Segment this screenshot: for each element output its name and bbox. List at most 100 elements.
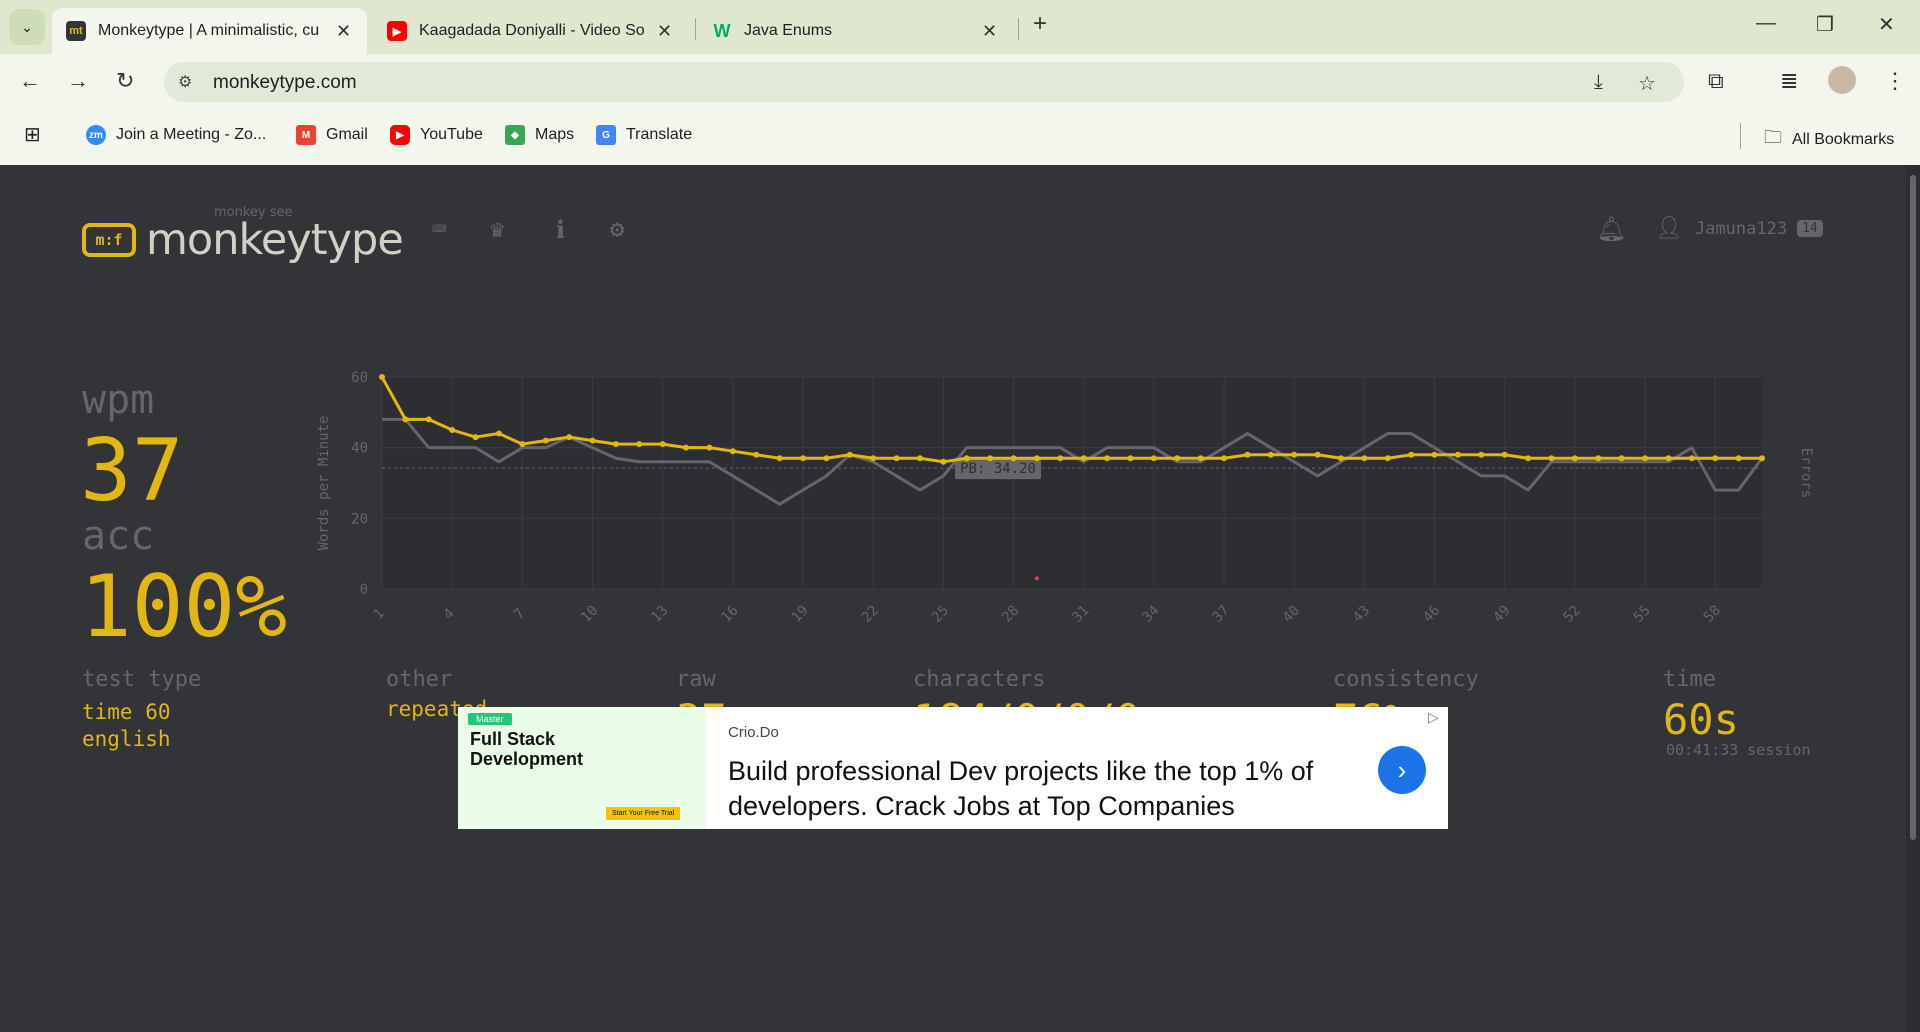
x-tick-label: 1 [371, 606, 388, 623]
close-tab-icon[interactable]: ✕ [982, 21, 997, 42]
wpm-point [1174, 455, 1181, 462]
wpm-point [1571, 455, 1578, 462]
chevron-down-icon: ⌄ [21, 18, 33, 35]
wpm-point [800, 455, 807, 462]
profile-avatar[interactable] [1828, 66, 1856, 94]
bookmark-zoom[interactable]: zm Join a Meeting - Zo... [86, 125, 266, 145]
wpm-point [402, 416, 409, 423]
close-tab-icon[interactable]: ✕ [336, 21, 351, 42]
bookmark-maps[interactable]: ◆ Maps [505, 125, 574, 145]
youtube-favicon: ▶ [387, 21, 407, 41]
close-window-button[interactable]: ✕ [1878, 12, 1895, 37]
menu-icon[interactable]: ⋮ [1884, 68, 1906, 94]
logo-text: monkeytype [146, 215, 404, 265]
back-button[interactable]: ← [19, 68, 41, 94]
y-tick-label: 20 [351, 511, 368, 527]
keyboard-icon[interactable]: ⌨ [432, 215, 446, 243]
x-tick-label: 37 [1210, 603, 1233, 626]
wpm-label: wpm [82, 377, 155, 423]
wpm-point [636, 441, 643, 448]
y-tick-label: 40 [351, 441, 368, 457]
level-badge: 14 [1797, 220, 1823, 237]
x-tick-label: 4 [441, 606, 458, 623]
page-scrollbar[interactable] [1906, 165, 1920, 1032]
settings-gear-icon[interactable]: ⚙ [610, 215, 624, 243]
wpm-point [1735, 455, 1742, 462]
characters-label: characters [913, 667, 1046, 692]
close-tab-icon[interactable]: ✕ [657, 21, 672, 42]
wpm-point [753, 451, 760, 458]
tab-separator [1018, 18, 1019, 40]
time-label: time [1663, 667, 1716, 692]
extensions-icon[interactable]: ⧉ [1708, 68, 1724, 94]
x-tick-label: 34 [1139, 603, 1162, 626]
media-control-icon[interactable]: ≣ [1780, 68, 1798, 94]
user-account[interactable]: 👤︎ Jamuna123 14 [1655, 216, 1823, 241]
x-tick-label: 7 [511, 606, 528, 623]
session-time: 00:41:33 session [1666, 741, 1811, 759]
site-info-icon[interactable]: ⚙ [178, 72, 192, 92]
x-tick-label: 19 [789, 603, 812, 626]
wpm-point [1384, 455, 1391, 462]
scrollbar-thumb[interactable] [1910, 175, 1916, 840]
raw-label: raw [676, 667, 716, 692]
bookmark-youtube[interactable]: ▶ YouTube [390, 125, 483, 145]
test-type-language[interactable]: english [82, 727, 171, 751]
test-type-label: test type [82, 667, 202, 692]
browser-toolbar: ← → ↻ ⚙ monkeytype.com ⤓ ☆ ⧉ ≣ ⋮ [0, 54, 1920, 109]
minimize-button[interactable]: — [1756, 12, 1776, 35]
tab-youtube[interactable]: ▶ Kaagadada Doniyalli - Video So ✕ [373, 8, 688, 54]
wpm-point [1080, 455, 1087, 462]
wpm-point [1150, 455, 1157, 462]
x-tick-label: 22 [859, 603, 882, 626]
wpm-point [776, 455, 783, 462]
wpm-point [916, 455, 923, 462]
bookmark-translate[interactable]: G Translate [596, 125, 692, 145]
wpm-point [1501, 451, 1508, 458]
acc-label: acc [82, 513, 155, 559]
notification-bell-icon[interactable]: 🔔︎ [1596, 215, 1626, 243]
apps-grid-icon[interactable]: ⊞ [24, 122, 41, 147]
wpm-point [1712, 455, 1719, 462]
y-tick-label: 0 [360, 582, 368, 598]
wpm-point [1057, 455, 1064, 462]
ad-source: Crio.Do [728, 724, 779, 741]
crown-icon[interactable]: ♛ [490, 215, 504, 243]
tab-java-enums[interactable]: W Java Enums ✕ [698, 8, 1013, 54]
wpm-point [940, 458, 947, 465]
new-tab-button[interactable]: + [1033, 10, 1047, 38]
x-tick-label: 25 [929, 603, 952, 626]
wpm-point [1104, 455, 1111, 462]
ad-image[interactable]: Master Full Stack Development Start Your… [458, 707, 706, 829]
reload-button[interactable]: ↻ [116, 68, 134, 94]
tab-search-button[interactable]: ⌄ [9, 9, 45, 45]
test-type-mode[interactable]: time 60 [82, 700, 171, 724]
error-point [1034, 576, 1039, 581]
wpm-point [1759, 455, 1765, 462]
x-tick-label: 40 [1280, 603, 1303, 626]
install-app-icon[interactable]: ⤓ [1594, 71, 1603, 94]
bookmark-gmail[interactable]: M Gmail [296, 125, 368, 145]
ad-banner[interactable]: Master Full Stack Development Start Your… [458, 707, 1448, 829]
adchoices-icon[interactable]: ▷ [1428, 709, 1439, 726]
youtube-icon: ▶ [390, 125, 410, 145]
ad-headline[interactable]: Build professional Dev projects like the… [728, 754, 1368, 824]
wpm-point [519, 441, 526, 448]
restore-button[interactable]: ❐ [1816, 12, 1834, 37]
logo[interactable]: m:f monkey see monkeytype [82, 205, 404, 265]
tab-monkeytype[interactable]: mt Monkeytype | A minimalistic, cu ✕ [52, 8, 367, 54]
wpm-point [1337, 455, 1344, 462]
wpm-point [1618, 455, 1625, 462]
all-bookmarks[interactable]: 🗀 All Bookmarks [1764, 125, 1894, 155]
forward-button[interactable]: → [67, 68, 89, 94]
chart-plot-area [382, 377, 1762, 589]
bookmarks-bar: ⊞ zm Join a Meeting - Zo... M Gmail ▶ Yo… [0, 109, 1920, 165]
wpm-point [1127, 455, 1134, 462]
ad-arrow-button[interactable]: › [1378, 746, 1426, 794]
bookmark-star-icon[interactable]: ☆ [1638, 71, 1656, 96]
y-tick-label: 60 [351, 370, 368, 386]
maps-icon: ◆ [505, 125, 525, 145]
wpm-point [1688, 455, 1695, 462]
address-bar[interactable]: ⚙ monkeytype.com ⤓ ☆ [164, 62, 1684, 102]
info-icon[interactable]: i [556, 215, 565, 244]
